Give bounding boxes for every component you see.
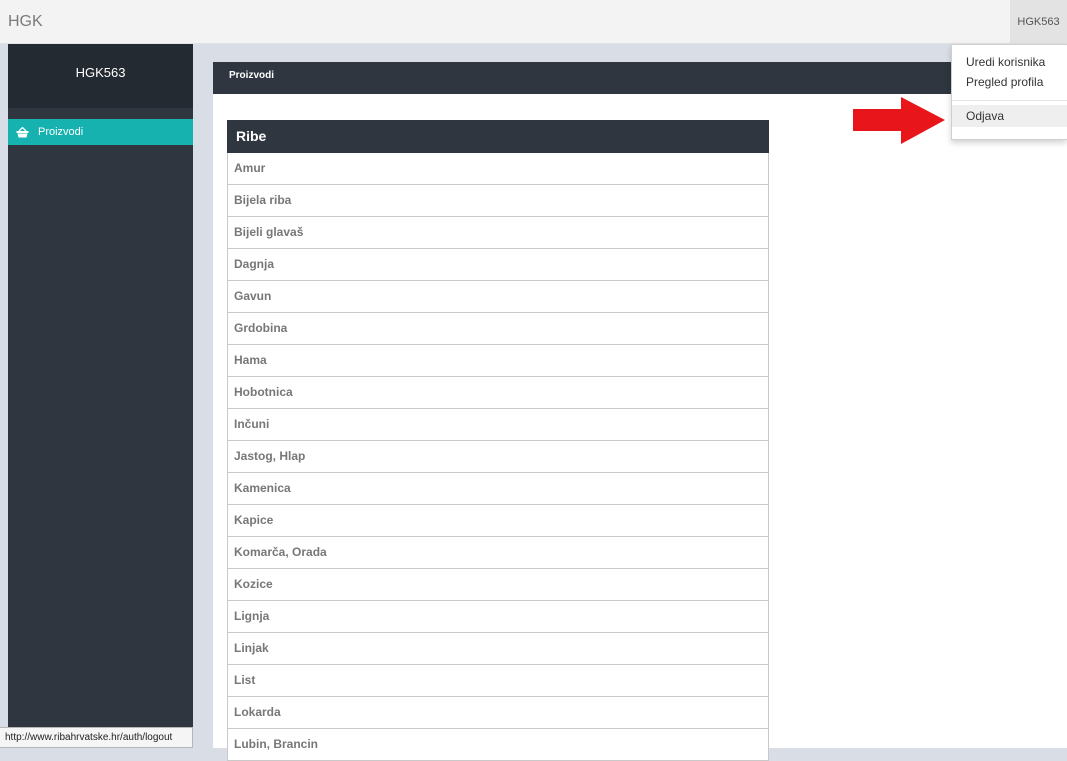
user-menu-toggle[interactable]: HGK563 [1010, 0, 1067, 44]
top-navbar: HGK HGK563 [0, 0, 1067, 44]
sidebar-item-label: Proizvodi [38, 126, 84, 138]
table-row[interactable]: Jastog, Hlap [227, 441, 769, 473]
basket-icon [16, 126, 29, 137]
table-row[interactable]: Linjak [227, 633, 769, 665]
sidebar-item-proizvodi[interactable]: Proizvodi [8, 119, 193, 145]
brand-logo[interactable]: HGK [8, 13, 43, 31]
table-row[interactable]: Kamenica [227, 473, 769, 505]
table-row[interactable]: Gavun [227, 281, 769, 313]
sidebar: HGK563 Proizvodi [8, 44, 193, 748]
table-row[interactable]: Inčuni [227, 409, 769, 441]
table-row[interactable]: Lignja [227, 601, 769, 633]
menu-divider [952, 100, 1067, 101]
table-header: Ribe [227, 120, 769, 153]
product-list: Amur Bijela riba Bijeli glavaš Dagnja Gavun G… [227, 153, 769, 761]
table-row[interactable]: Lubin, Brancin [227, 729, 769, 761]
view-profile-menu-item[interactable]: Pregled profila [952, 72, 1067, 92]
panel-title: Proizvodi [213, 62, 1067, 94]
table-row[interactable]: Hobotnica [227, 377, 769, 409]
logout-menu-item[interactable]: Odjava [952, 105, 1067, 127]
table-row[interactable]: Kozice [227, 569, 769, 601]
red-arrow-icon [853, 97, 945, 144]
table-row[interactable]: Kapice [227, 505, 769, 537]
table-row[interactable]: Lokarda [227, 697, 769, 729]
table-row[interactable]: Bijela riba [227, 185, 769, 217]
table-row[interactable]: Dagnja [227, 249, 769, 281]
sidebar-header: HGK563 [8, 44, 193, 108]
browser-status-url: http://www.ribahrvatske.hr/auth/logout [0, 727, 193, 748]
user-dropdown-menu: Uredi korisnika Pregled profila Odjava [951, 44, 1067, 140]
table-row[interactable]: Grdobina [227, 313, 769, 345]
table-row[interactable]: Hama [227, 345, 769, 377]
edit-user-menu-item[interactable]: Uredi korisnika [952, 52, 1067, 72]
table-row[interactable]: Bijeli glavaš [227, 217, 769, 249]
table-row[interactable]: Amur [227, 153, 769, 185]
table-row[interactable]: List [227, 665, 769, 697]
table-row[interactable]: Komarča, Orada [227, 537, 769, 569]
